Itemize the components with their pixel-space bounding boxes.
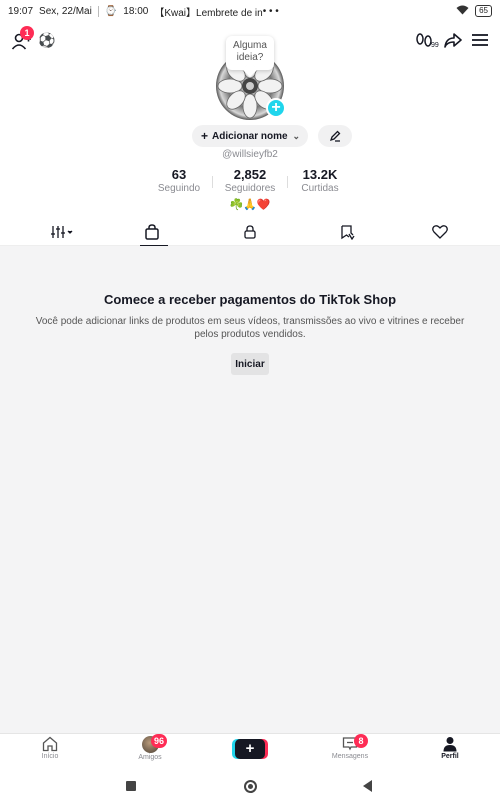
username-handle: @willsieyfb2	[222, 149, 278, 160]
following-label: Seguindo	[157, 183, 201, 194]
bottom-navigation: Início 96 Amigos + 8 Mensagens Perfil	[0, 733, 500, 771]
following-count: 63	[171, 167, 187, 182]
profile-icon	[443, 737, 457, 752]
plus-icon: +	[201, 129, 209, 143]
footprint-button[interactable]: 99	[414, 30, 440, 50]
nav-profile[interactable]: Perfil	[410, 736, 490, 770]
likes-count: 13.2K	[302, 167, 338, 182]
battery-icon: 65	[475, 5, 492, 17]
nav-inbox[interactable]: 8 Mensagens	[310, 734, 390, 770]
followers-count: 2,852	[233, 167, 267, 182]
system-navigation-bar	[0, 771, 500, 800]
tab-private[interactable]	[200, 218, 300, 246]
add-name-label: Adicionar nome	[212, 130, 288, 142]
tooltip-line-1: Alguma	[233, 40, 267, 51]
pencil-icon	[329, 130, 341, 142]
nav-friends[interactable]: 96 Amigos	[110, 734, 190, 770]
back-triangle-icon	[363, 780, 372, 792]
back-button[interactable]	[358, 776, 378, 796]
tab-reposts[interactable]	[297, 218, 397, 246]
sliders-icon	[51, 226, 73, 238]
heart-icon	[432, 225, 448, 239]
following-stat[interactable]: 63 Seguindo	[139, 167, 219, 194]
home-system-button[interactable]	[240, 776, 260, 796]
profile-header: 1 ⚽ 99 Alguma ideia? + + Adicionar nome …	[0, 22, 500, 247]
svg-text:99: 99	[431, 42, 439, 49]
hamburger-menu-icon	[472, 34, 488, 46]
lock-icon	[244, 225, 256, 239]
home-icon	[42, 736, 58, 752]
more-notifications-icon: • • •	[262, 5, 279, 17]
status-date: Sex, 22/Mai	[39, 5, 92, 17]
nav-home-label: Início	[41, 753, 59, 760]
friends-badge: 96	[151, 734, 168, 748]
edit-profile-button[interactable]	[318, 125, 352, 147]
footprint-icon: 99	[416, 33, 439, 49]
nav-home[interactable]: Início	[10, 736, 90, 770]
tab-shop[interactable]	[102, 218, 202, 247]
tab-liked[interactable]	[390, 218, 490, 246]
nav-friends-label: Amigos	[138, 754, 162, 761]
share-icon	[444, 33, 462, 48]
inbox-badge: 8	[354, 734, 368, 748]
shop-empty-state: Comece a receber pagamentos do TikTok Sh…	[0, 246, 500, 733]
status-time: 19:07	[8, 5, 34, 17]
nav-inbox-label: Mensagens	[331, 753, 369, 760]
tab-videos-grid[interactable]	[12, 218, 112, 246]
status-bar: 19:07 Sex, 22/Mai ⌚ 18:00 【Kwai】Lembrete…	[0, 0, 500, 22]
reminder-icon: ⌚	[104, 5, 118, 17]
chevron-down-icon: ⌄	[292, 130, 300, 141]
circle-icon	[243, 779, 257, 793]
avatar-mini-button[interactable]: ⚽	[38, 31, 56, 49]
recent-apps-button[interactable]	[121, 776, 141, 796]
profile-bio: ☘️🙏❤️	[229, 199, 271, 211]
followers-stat[interactable]: 2,852 Seguidores	[210, 167, 290, 194]
add-avatar-button[interactable]: +	[266, 98, 286, 118]
likes-stat[interactable]: 13.2K Curtidas	[280, 167, 360, 194]
repost-icon	[340, 224, 355, 240]
tooltip-line-2: ideia?	[236, 52, 264, 63]
create-button[interactable]: +	[235, 739, 265, 759]
soccer-ball-icon: ⚽	[38, 31, 56, 48]
status-divider	[97, 5, 99, 17]
nav-profile-label: Perfil	[441, 753, 459, 760]
menu-button[interactable]	[470, 30, 490, 50]
add-name-button[interactable]: + Adicionar nome ⌄	[192, 125, 308, 147]
add-friend-button[interactable]: 1	[10, 26, 34, 52]
notification-text: 【Kwai】Lembrete de in	[154, 7, 263, 19]
empty-state-title: Comece a receber pagamentos do TikTok Sh…	[103, 292, 397, 307]
plus-icon: +	[245, 740, 255, 757]
square-icon	[126, 781, 136, 791]
wifi-icon	[456, 5, 469, 18]
shopping-bag-icon	[145, 224, 159, 240]
share-profile-button[interactable]	[443, 30, 463, 50]
followers-label: Seguidores	[224, 183, 276, 194]
idea-tooltip[interactable]: Alguma ideia?	[226, 36, 274, 70]
reminder-time: 18:00	[123, 5, 149, 17]
add-friend-badge: 1	[20, 26, 34, 40]
start-button[interactable]: Iniciar	[231, 353, 269, 375]
profile-tabs	[0, 218, 500, 247]
likes-label: Curtidas	[301, 183, 339, 194]
empty-state-description: Você pode adicionar links de produtos em…	[35, 316, 465, 340]
